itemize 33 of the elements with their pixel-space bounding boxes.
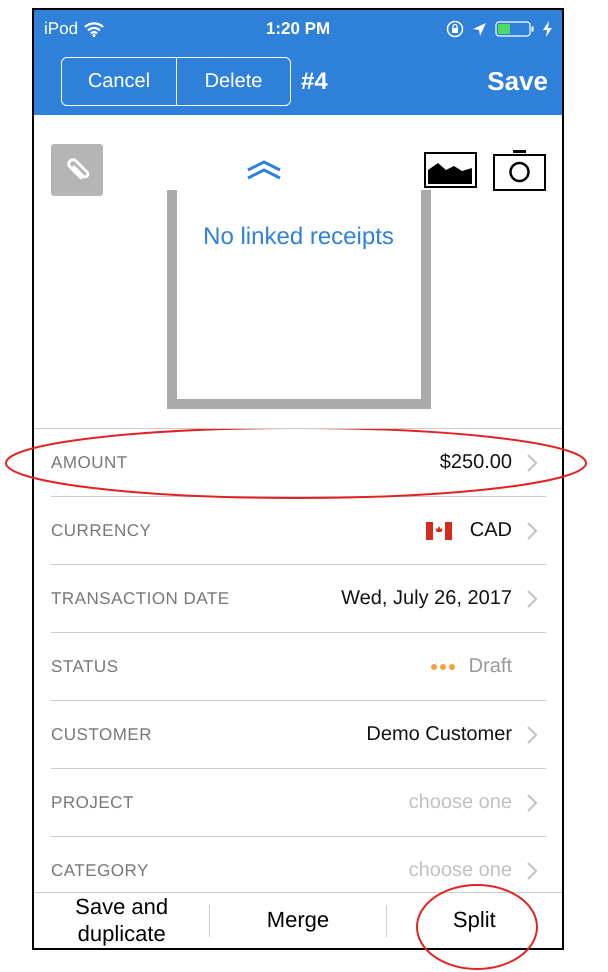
- flag-icon: [426, 522, 452, 540]
- record-title: #4: [301, 68, 329, 96]
- empty-message: No linked receipts: [203, 223, 394, 251]
- field-label: CURRENCY: [51, 520, 152, 540]
- segment-button[interactable]: Cancel: [62, 58, 176, 105]
- choice-value: choose one: [408, 791, 512, 814]
- toolbar-button[interactable]: Save and duplicate: [56, 894, 187, 947]
- field-value: $250.00: [440, 451, 512, 474]
- image-icon[interactable]: [424, 152, 477, 188]
- paperclip-button[interactable]: [51, 144, 103, 196]
- rotation-lock-icon: [446, 20, 464, 38]
- toolbar-button[interactable]: Merge: [242, 907, 353, 934]
- field-label: CATEGORY: [51, 860, 150, 880]
- battery-icon: [495, 21, 535, 37]
- location-arrow-icon: [472, 22, 487, 36]
- double-chevron-up-icon[interactable]: [246, 160, 282, 180]
- field-value: Demo Customer: [366, 723, 512, 746]
- field-label: CUSTOMER: [51, 724, 153, 744]
- field-value: Wed, July 26, 2017: [341, 587, 512, 610]
- choice-value: choose one: [408, 859, 512, 882]
- field-label: AMOUNT: [51, 452, 129, 472]
- status-value: Draft: [468, 655, 512, 678]
- field-label: TRANSACTION DATE: [51, 588, 231, 608]
- segment-button[interactable]: Delete: [176, 58, 290, 105]
- carrier-label: iPod: [44, 19, 78, 39]
- field-label: PROJECT: [51, 792, 135, 812]
- camera-icon[interactable]: [493, 149, 546, 191]
- time-label: 1:20 PM: [266, 19, 330, 39]
- field-value: CAD: [470, 519, 512, 542]
- charging-bolt-icon: [543, 21, 552, 37]
- field-label: STATUS: [51, 656, 120, 676]
- save-button[interactable]: Save: [487, 66, 548, 97]
- wifi-icon: [84, 22, 104, 36]
